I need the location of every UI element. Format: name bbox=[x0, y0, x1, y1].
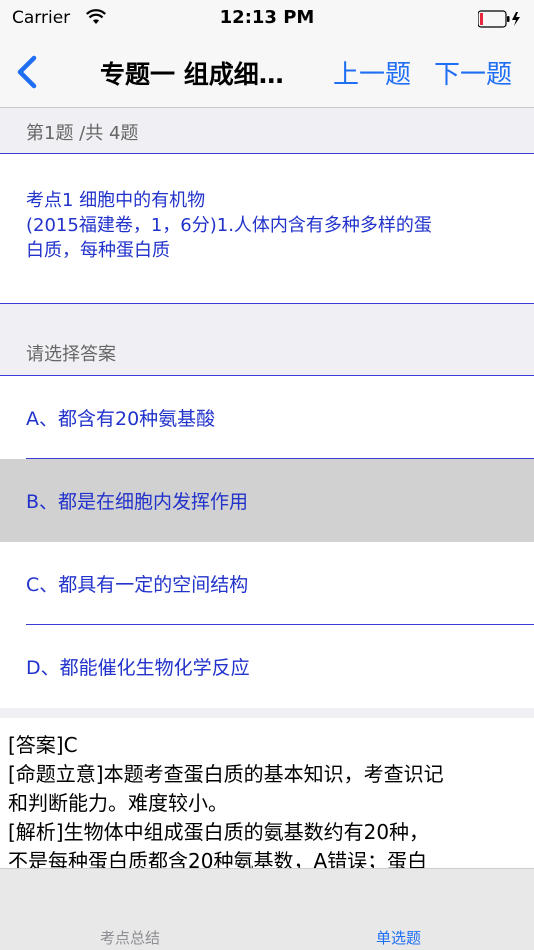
option-a[interactable]: A、都含有20种氨基酸 bbox=[0, 376, 534, 459]
analysis-line: 和判断能力。难度较小。 bbox=[8, 791, 228, 815]
option-label: D、都能催化生物化学反应 bbox=[26, 657, 250, 679]
battery-icon bbox=[478, 10, 520, 28]
status-bar: Carrier 12:13 PM bbox=[0, 0, 534, 38]
option-c[interactable]: C、都具有一定的空间结构 bbox=[0, 542, 534, 625]
analysis-line: [解析]生物体中组成蛋白质的氨基数约有20种， bbox=[8, 820, 430, 844]
page-title: 专题一 组成细… bbox=[100, 60, 284, 89]
question-line: 白质，每种蛋白质 bbox=[26, 240, 170, 261]
tab-summary[interactable]: 考点总结 bbox=[100, 927, 160, 948]
choose-answer-label: 请选择答案 bbox=[26, 344, 116, 365]
question-counter: 第1题 /共 4题 bbox=[26, 123, 139, 144]
analysis-line: [答案]C bbox=[8, 733, 78, 757]
analysis-line: [命题立意]本题考查蛋白质的基本知识，考查识记 bbox=[8, 762, 444, 786]
question-line: 考点1 细胞中的有机物 bbox=[26, 190, 206, 211]
option-b[interactable]: B、都是在细胞内发挥作用 bbox=[0, 459, 534, 542]
option-d[interactable]: D、都能催化生物化学反应 bbox=[0, 625, 534, 708]
previous-question-button[interactable]: 上一题 bbox=[333, 54, 411, 91]
option-label: B、都是在细胞内发挥作用 bbox=[26, 491, 249, 513]
section-gap bbox=[0, 708, 534, 718]
status-time: 12:13 PM bbox=[219, 7, 315, 28]
back-chevron-icon[interactable] bbox=[10, 52, 42, 92]
next-question-button[interactable]: 下一题 bbox=[434, 54, 512, 91]
answer-analysis[interactable]: [答案]C [命题立意]本题考查蛋白质的基本知识，考查识记 和判断能力。难度较小… bbox=[0, 718, 534, 868]
analysis-line: 不是每种蛋白质都含20种氨基数，A错误；蛋白 bbox=[8, 849, 428, 868]
choose-answer-header: 请选择答案 bbox=[0, 304, 534, 376]
option-label: A、都含有20种氨基酸 bbox=[26, 408, 216, 430]
option-label: C、都具有一定的空间结构 bbox=[26, 574, 249, 596]
question-text: 考点1 细胞中的有机物 (2015福建卷，1，6分)1.人体内含有多种多样的蛋 … bbox=[0, 154, 534, 304]
navigation-bar: 专题一 组成细… 上一题 下一题 bbox=[0, 38, 534, 108]
tab-bar: 考点总结 单选题 bbox=[0, 868, 534, 950]
question-counter-bar: 第1题 /共 4题 bbox=[0, 108, 534, 154]
question-line: (2015福建卷，1，6分)1.人体内含有多种多样的蛋 bbox=[26, 215, 432, 236]
tab-single-choice[interactable]: 单选题 bbox=[376, 927, 421, 948]
